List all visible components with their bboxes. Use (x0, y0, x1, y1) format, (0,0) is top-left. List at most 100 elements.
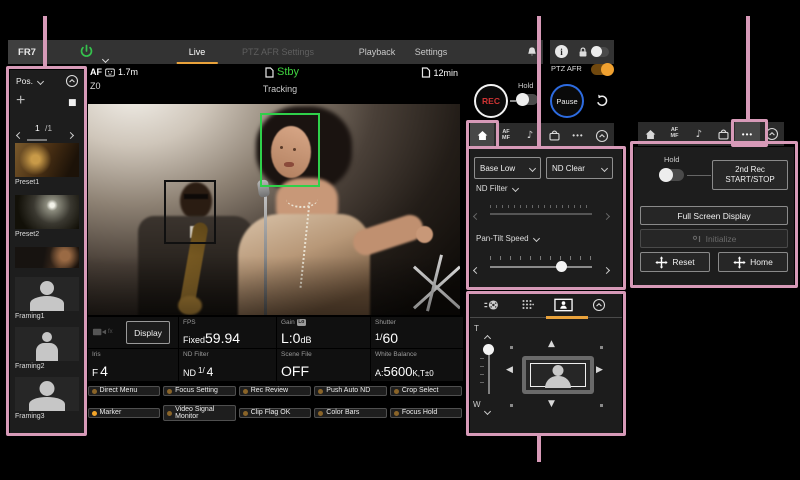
rec-button[interactable]: REC (474, 84, 508, 118)
preset-thumbnail[interactable] (15, 195, 79, 229)
tab-media-icon[interactable] (711, 122, 735, 146)
speed-slider-thumb[interactable] (556, 261, 567, 272)
tab-others-icon[interactable]: ••• (566, 123, 590, 148)
speed-slider-right-icon[interactable] (604, 260, 609, 278)
collapse-panel-icon[interactable] (590, 123, 614, 148)
assign-video-signal-monitor[interactable]: Video Signal Monitor (163, 405, 236, 422)
power-icon[interactable] (79, 44, 94, 59)
nd-filter-section-header[interactable]: ND Filter (476, 184, 518, 193)
status-cell-shutter[interactable]: Shutter 1/60 (371, 317, 463, 348)
focus-mode-label: AF (90, 67, 102, 77)
move-icon (655, 256, 668, 269)
assign-focus-setting[interactable]: Focus Setting (163, 386, 236, 395)
preset-type-select[interactable]: Pos. (16, 76, 43, 86)
assign-clip-flag-ok[interactable]: Clip Flag OK (239, 408, 312, 417)
page-prev-icon[interactable] (17, 125, 22, 143)
initialize-button[interactable]: Initialize (640, 229, 788, 248)
ptz-afr-toggle[interactable] (591, 64, 613, 75)
pan-tilt-speed-header[interactable]: Pan-Tilt Speed (476, 234, 539, 243)
zoom-wide-icon[interactable] (485, 401, 490, 419)
add-preset-icon[interactable]: + (16, 92, 25, 110)
assign-marker[interactable]: Marker (88, 408, 161, 417)
rec-hold-toggle[interactable] (517, 94, 538, 105)
tab-others-icon[interactable]: ••• (735, 122, 759, 146)
display-button[interactable]: Display (126, 321, 170, 344)
assign-direct-menu[interactable]: Direct Menu (88, 386, 161, 395)
page-total: /1 (45, 123, 52, 133)
assign-color-bars[interactable]: Color Bars (314, 408, 387, 417)
collapse-ptz-panel-icon[interactable] (592, 298, 606, 312)
status-cell-nd[interactable]: ND Filter ND1/4 (179, 349, 276, 381)
tab-main-icon[interactable] (638, 122, 662, 146)
ptz-panel: T W ▲ ▼ ◀ ▶ (470, 292, 622, 434)
tracking-box[interactable] (260, 113, 320, 187)
zoom-slider-thumb[interactable] (483, 344, 494, 355)
speed-slider-left-icon[interactable] (474, 260, 479, 278)
rec2-hold-toggle[interactable] (660, 169, 684, 181)
tab-live[interactable]: Live (189, 40, 206, 64)
tilt-down-icon[interactable]: ▼ (548, 400, 555, 409)
second-rec-button[interactable]: 2nd Rec START/STOP (712, 160, 788, 190)
preset-thumbnail[interactable] (15, 247, 79, 268)
tab-playback[interactable]: Playback (359, 40, 396, 64)
pan-right-icon[interactable]: ▶ (596, 366, 603, 375)
pt-home-button[interactable]: Home (718, 252, 788, 272)
assign-crop-select[interactable]: Crop Select (390, 386, 463, 395)
assign-row-1: Direct Menu Focus Setting Rec Review Pus… (86, 382, 464, 400)
stop-icon[interactable]: ■ (68, 98, 77, 108)
corner-dot (600, 346, 603, 349)
base-sensitivity-select[interactable]: Base Low (474, 157, 541, 179)
tab-media-icon[interactable] (542, 123, 566, 148)
power-menu-chevron-icon[interactable] (103, 49, 108, 67)
nd-slider-track (490, 213, 592, 215)
tab-ptz-afr-settings[interactable]: PTZ AFR Settings (242, 40, 314, 64)
pause-button[interactable]: Pause (550, 84, 584, 118)
ptz-active-tab-underline (546, 316, 588, 319)
speed-slider-track[interactable] (490, 266, 592, 268)
framing-person-body (545, 376, 571, 388)
tab-audio-icon[interactable]: ♪ (687, 122, 711, 146)
lock-icon (577, 46, 589, 58)
preset-thumbnail[interactable] (15, 327, 79, 361)
tab-focus-icon[interactable]: AFMF (494, 123, 518, 148)
rec2-hold-link (687, 175, 711, 176)
zoom-slider-track[interactable] (488, 350, 490, 394)
tab-main-icon[interactable] (470, 123, 494, 148)
status-cell-wb[interactable]: White Balance A:5600K,T±0 (371, 349, 463, 381)
pt-reset-button[interactable]: Reset (640, 252, 710, 272)
restart-tracking-icon[interactable] (594, 93, 610, 109)
info-icon[interactable]: i (555, 45, 568, 58)
assign-push-auto-nd[interactable]: Push Auto ND (314, 386, 387, 395)
page-indicator (27, 139, 47, 141)
tab-focus-icon[interactable]: AFMF (662, 122, 686, 146)
assign-rec-review[interactable]: Rec Review (239, 386, 312, 395)
full-screen-display-button[interactable]: Full Screen Display (640, 206, 788, 225)
pan-left-icon[interactable]: ◀ (506, 366, 513, 375)
lock-toggle[interactable] (592, 47, 609, 57)
tilt-up-icon[interactable]: ▲ (548, 340, 555, 349)
face-detect-box[interactable] (164, 180, 216, 244)
nd-preset-select[interactable]: ND Clear (546, 157, 613, 179)
joystick-tab-icon[interactable] (483, 298, 500, 312)
tracking-mode-label: Tracking (263, 84, 297, 94)
page-next-icon[interactable] (68, 125, 73, 143)
tab-settings[interactable]: Settings (415, 40, 448, 64)
framing-tab-icon[interactable] (554, 298, 573, 312)
status-cell-iris[interactable]: Iris F4 (88, 349, 178, 381)
preset-thumbnail[interactable] (15, 377, 79, 411)
callout-line-ptz-panel (537, 435, 541, 462)
preset-thumbnail[interactable] (15, 277, 79, 311)
assign-focus-hold[interactable]: Focus Hold (390, 408, 463, 417)
status-cell-scene[interactable]: Scene File OFF (277, 349, 370, 381)
collapse-sidebar-icon[interactable] (65, 74, 79, 88)
framing-preview[interactable] (522, 356, 594, 394)
collapse-panel-icon[interactable] (760, 122, 784, 146)
top-bar: Live PTZ AFR Settings Playback Settings (47, 40, 543, 64)
live-video[interactable] (88, 104, 460, 315)
status-cell-fps[interactable]: FPS Fixed 59.94 (179, 317, 276, 348)
media-remaining-icon (421, 67, 430, 78)
status-cell-gain[interactable]: GainLo L:0dB (277, 317, 370, 348)
move-icon (733, 256, 746, 269)
grid-pad-tab-icon[interactable] (520, 298, 534, 311)
preset-thumbnail[interactable] (15, 143, 79, 177)
